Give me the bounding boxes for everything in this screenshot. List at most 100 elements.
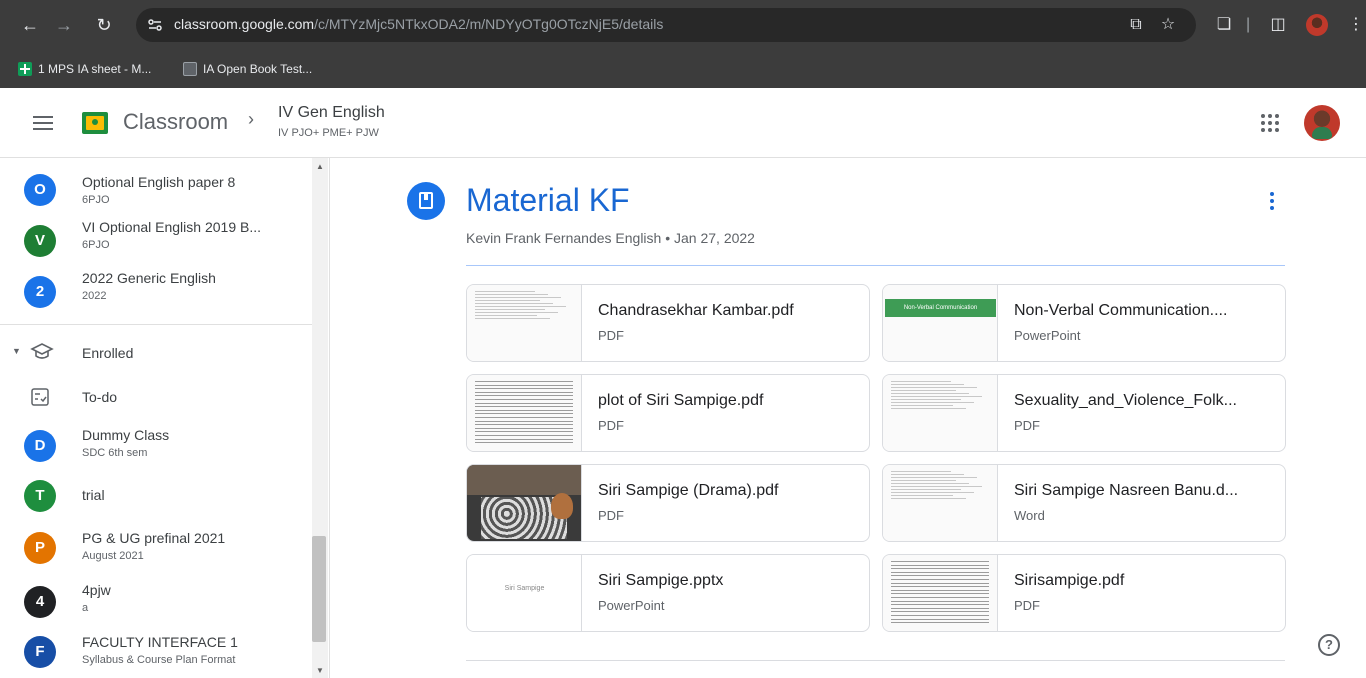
sidebar-divider — [0, 324, 312, 325]
sidebar-class-item[interactable]: 4 4pjw a — [0, 576, 310, 626]
attachment-type: PDF — [598, 328, 624, 343]
attachment-card[interactable]: Sirisampige.pdf PDF — [882, 554, 1286, 632]
sidebar-item-todo[interactable]: To-do — [0, 376, 310, 416]
class-initial-avatar: 4 — [24, 586, 56, 618]
attachment-card[interactable]: Chandrasekhar Kambar.pdf PDF — [466, 284, 870, 362]
sidebar-class-item[interactable]: O Optional English paper 8 6PJO — [0, 164, 310, 214]
classroom-logo-icon[interactable] — [82, 112, 108, 134]
material-title: Material KF — [466, 182, 630, 218]
attachment-type: PDF — [1014, 598, 1040, 613]
app-title[interactable]: Classroom — [123, 109, 228, 135]
attachment-thumbnail — [467, 375, 582, 451]
class-name: Dummy Class — [82, 427, 170, 443]
bookmark-item-2[interactable]: IA Open Book Test... — [183, 59, 312, 79]
class-initial-avatar: V — [24, 225, 56, 257]
attachment-card[interactable]: Siri Sampige Siri Sampige.pptx PowerPoint — [466, 554, 870, 632]
attachment-title[interactable]: Siri Sampige (Drama).pdf — [598, 482, 858, 500]
main-menu-icon[interactable] — [31, 112, 55, 132]
side-panel-icon[interactable]: ◫ — [1266, 13, 1290, 37]
attachment-card[interactable]: Sexuality_and_Violence_Folk... PDF — [882, 374, 1286, 452]
scrollbar-thumb[interactable] — [312, 536, 326, 642]
url-path: /c/MTYzMjc5NTkxODA2/m/NDYyOTg0OTczNjE5/d… — [314, 16, 664, 32]
attachment-title[interactable]: plot of Siri Sampige.pdf — [598, 392, 858, 410]
attachment-title[interactable]: Sirisampige.pdf — [1014, 572, 1274, 590]
attachment-type: Word — [1014, 508, 1045, 523]
class-subtitle: 6PJO — [82, 194, 110, 206]
attachment-thumbnail — [883, 375, 998, 451]
sidebar-class-item[interactable]: F FACULTY INTERFACE 1 Syllabus & Course … — [0, 626, 310, 676]
attachment-title[interactable]: Siri Sampige.pptx — [598, 572, 858, 590]
class-name: PG & UG prefinal 2021 — [82, 530, 226, 546]
material-book-icon — [407, 182, 445, 220]
classroom-icon — [183, 62, 197, 76]
scroll-down-arrow-icon[interactable]: ▼ — [315, 666, 325, 675]
enrolled-label: Enrolled — [82, 345, 134, 361]
browser-menu-icon[interactable]: ⋮ — [1348, 13, 1364, 37]
google-apps-icon[interactable] — [1261, 114, 1279, 132]
attachment-title[interactable]: Non-Verbal Communication.... — [1014, 302, 1274, 320]
attachment-title[interactable]: Siri Sampige Nasreen Banu.d... — [1014, 482, 1274, 500]
site-settings-icon[interactable] — [146, 16, 164, 34]
class-subtitle: SDC 6th sem — [82, 447, 148, 459]
sidebar-class-item[interactable]: V VI Optional English 2019 B... 6PJO — [0, 215, 310, 265]
attachment-thumbnail: Non-Verbal Communication — [883, 285, 998, 361]
bookmark-star-icon[interactable]: ☆ — [1158, 15, 1178, 35]
classroom-header: Classroom › IV Gen English IV PJO+ PME+ … — [0, 88, 1366, 158]
class-name: 2022 Generic English — [82, 270, 216, 286]
slide-title-bar: Non-Verbal Communication — [885, 299, 996, 317]
graduation-cap-icon — [30, 343, 54, 359]
more-options-icon[interactable] — [1266, 192, 1278, 214]
bookmark-label-1: 1 MPS IA sheet - M... — [38, 62, 152, 76]
attachment-type: PDF — [598, 508, 624, 523]
install-app-icon[interactable]: ⧉ — [1126, 15, 1146, 35]
sidebar-class-item[interactable]: T trial — [0, 471, 310, 521]
url-host: classroom.google.com — [174, 16, 315, 32]
attachment-type: PDF — [1014, 418, 1040, 433]
class-subtitle: a — [82, 602, 89, 614]
bookmarks-bar: 1 MPS IA sheet - M... IA Open Book Test.… — [0, 50, 1366, 88]
sidebar-class-item[interactable]: D Dummy Class SDC 6th sem — [0, 420, 310, 470]
sidebar: O Optional English paper 8 6PJO V VI Opt… — [0, 158, 330, 678]
scroll-up-arrow-icon[interactable]: ▲ — [315, 162, 325, 171]
material-detail: Material KF Kevin Frank Fernandes Englis… — [331, 158, 1366, 678]
forward-arrow-icon[interactable]: → — [52, 13, 76, 37]
class-initial-avatar: 2 — [24, 276, 56, 308]
account-avatar[interactable] — [1304, 105, 1340, 141]
attachment-title[interactable]: Sexuality_and_Violence_Folk... — [1014, 392, 1274, 410]
extensions-icon[interactable]: ❏ — [1212, 13, 1236, 37]
bookmark-item-1[interactable]: 1 MPS IA sheet - M... — [18, 59, 151, 79]
slide-title-text: Siri Sampige — [504, 585, 545, 592]
reload-icon[interactable]: ↻ — [92, 13, 116, 37]
url-text: classroom.google.com/c/MTYzMjc5NTkxODA2/… — [174, 16, 663, 32]
back-arrow-icon[interactable]: ← — [18, 13, 42, 37]
attachment-type: PDF — [598, 418, 624, 433]
sidebar-item-enrolled[interactable]: ▼ Enrolled — [0, 330, 310, 374]
attachment-card[interactable]: Siri Sampige Nasreen Banu.d... Word — [882, 464, 1286, 542]
attachment-title[interactable]: Chandrasekhar Kambar.pdf — [598, 302, 858, 320]
class-name: VI Optional English 2019 B... — [82, 219, 261, 235]
class-initial-avatar: P — [24, 532, 56, 564]
attachment-thumbnail — [883, 465, 998, 541]
material-meta: Kevin Frank Fernandes English • Jan 27, … — [466, 230, 755, 246]
profile-avatar[interactable] — [1306, 14, 1328, 36]
attachment-thumbnail — [467, 465, 582, 541]
address-bar[interactable]: classroom.google.com/c/MTYzMjc5NTkxODA2/… — [136, 8, 1196, 42]
content-divider — [466, 660, 1285, 661]
attachment-thumbnail — [883, 555, 998, 631]
class-subtitle: 2022 — [82, 290, 107, 302]
attachment-card[interactable]: plot of Siri Sampige.pdf PDF — [466, 374, 870, 452]
class-subtitle: August 2021 — [82, 550, 144, 562]
sidebar-class-item[interactable]: P PG & UG prefinal 2021 August 2021 — [0, 522, 310, 572]
attachment-card[interactable]: Siri Sampige (Drama).pdf PDF — [466, 464, 870, 542]
sheets-icon — [18, 62, 32, 76]
attachment-card[interactable]: Non-Verbal Communication Non-Verbal Commu… — [882, 284, 1286, 362]
class-name: Optional English paper 8 — [82, 174, 236, 190]
class-name: trial — [82, 487, 105, 503]
help-icon[interactable]: ? — [1318, 634, 1340, 656]
collapse-triangle-icon[interactable]: ▼ — [12, 346, 21, 356]
sidebar-class-item[interactable]: 2 2022 Generic English 2022 — [0, 266, 310, 316]
class-name-link[interactable]: IV Gen English — [278, 104, 385, 122]
todo-icon — [31, 388, 49, 406]
browser-toolbar: ← → ↻ classroom.google.com/c/MTYzMjc5NTk… — [0, 0, 1366, 50]
attachment-thumbnail: Siri Sampige — [467, 555, 582, 631]
